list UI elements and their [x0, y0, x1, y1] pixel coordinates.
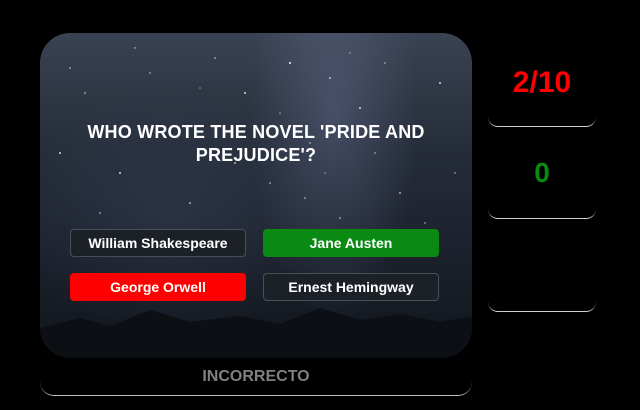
empty-panel — [488, 219, 596, 312]
score-counter: 0 — [488, 127, 596, 219]
answer-button-george-orwell[interactable]: George Orwell — [70, 273, 246, 301]
question-progress: 2/10 — [488, 40, 596, 127]
answer-button-ernest-hemingway[interactable]: Ernest Hemingway — [263, 273, 439, 301]
answer-button-jane-austen[interactable]: Jane Austen — [263, 229, 439, 257]
question-card: WHO WROTE THE NOVEL 'PRIDE AND PREJUDICE… — [40, 33, 472, 358]
question-text: WHO WROTE THE NOVEL 'PRIDE AND PREJUDICE… — [87, 122, 425, 165]
answer-button-william-shakespeare[interactable]: William Shakespeare — [70, 229, 246, 257]
feedback-text: INCORRECTO — [40, 358, 472, 396]
